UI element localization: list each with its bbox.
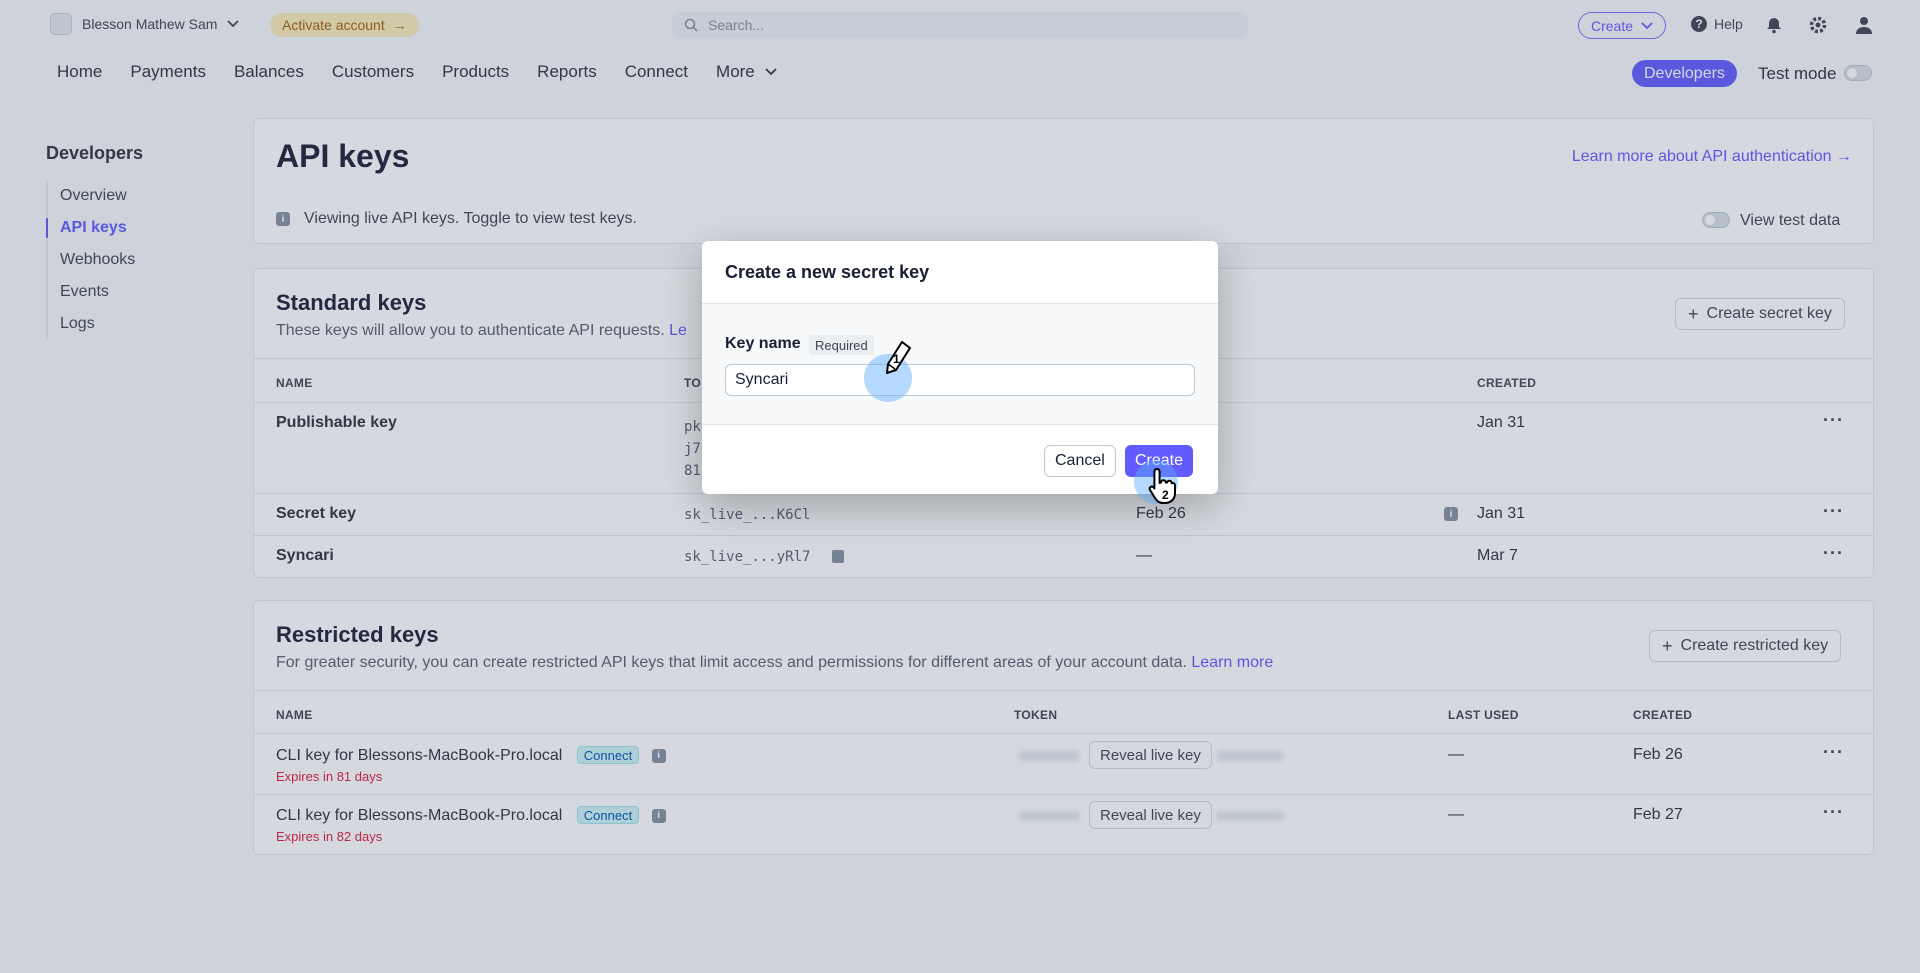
required-badge: Required: [809, 335, 874, 355]
dialog-body: Key name Required Syncari: [702, 304, 1218, 425]
key-name-label: Key name: [725, 335, 801, 352]
create-secret-key-dialog: Create a new secret key Key name Require…: [702, 241, 1218, 494]
dialog-title: Create a new secret key: [702, 241, 1218, 304]
key-name-input[interactable]: Syncari: [725, 364, 1195, 396]
cancel-button[interactable]: Cancel: [1044, 445, 1116, 477]
step-2-label: 2: [1162, 488, 1169, 502]
step-1-label: 1: [893, 352, 900, 366]
